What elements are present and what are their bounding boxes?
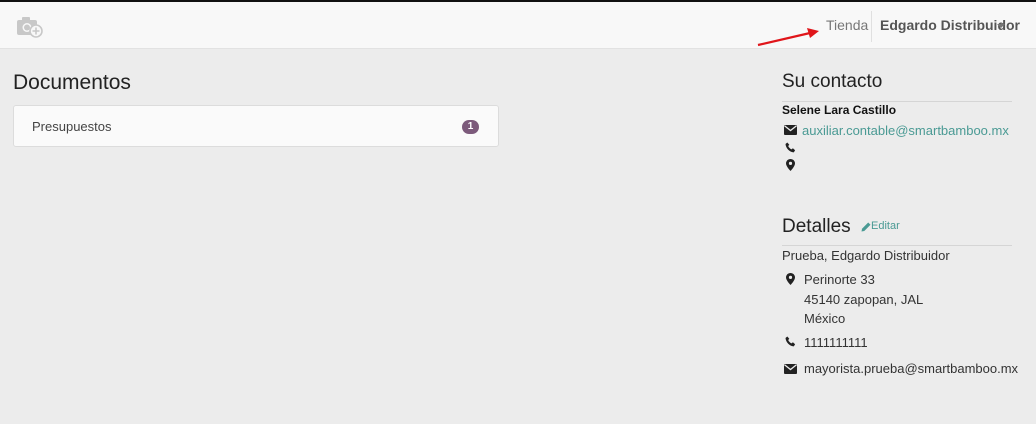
phone-icon xyxy=(785,142,796,153)
details-phone: 1111111111 xyxy=(804,335,868,350)
caret-down-icon[interactable] xyxy=(997,24,1005,28)
envelope-icon xyxy=(784,125,797,135)
address-line: 45140 zapopan, JAL xyxy=(804,292,924,307)
nav-divider xyxy=(871,11,872,42)
details-email: mayorista.prueba@smartbamboo.mx xyxy=(804,361,1019,376)
contact-name: Selene Lara Castillo xyxy=(782,103,897,117)
address-line: México xyxy=(804,311,846,326)
list-item-label[interactable]: Presupuestos xyxy=(32,119,112,134)
details-company: Prueba, Edgardo Distribuidor xyxy=(782,248,950,263)
red-arrow-annotation xyxy=(757,28,819,47)
address-line: Perinorte 33 xyxy=(804,272,875,287)
envelope-icon xyxy=(784,364,797,374)
map-marker-icon xyxy=(786,273,795,285)
count-badge: 1 xyxy=(462,120,479,134)
contact-title: Su contacto xyxy=(782,71,883,92)
phone-icon xyxy=(785,336,796,347)
camera-plus-icon[interactable] xyxy=(16,15,44,39)
map-marker-icon xyxy=(786,159,795,171)
contact-email-link[interactable]: auxiliar.contable@smartbamboo.mx xyxy=(802,123,1009,138)
documents-title: Documentos xyxy=(13,71,131,94)
nav-link-tienda[interactable]: Tienda xyxy=(826,17,868,33)
details-title: Detalles xyxy=(782,216,851,237)
top-navbar: Tienda Edgardo Distribuidor xyxy=(0,0,1036,49)
divider xyxy=(782,245,1012,246)
pencil-icon[interactable] xyxy=(861,222,871,232)
edit-details-link[interactable]: Editar xyxy=(871,220,900,232)
documents-list-item-presupuestos[interactable]: Presupuestos 1 xyxy=(13,105,499,147)
divider xyxy=(782,101,1012,102)
